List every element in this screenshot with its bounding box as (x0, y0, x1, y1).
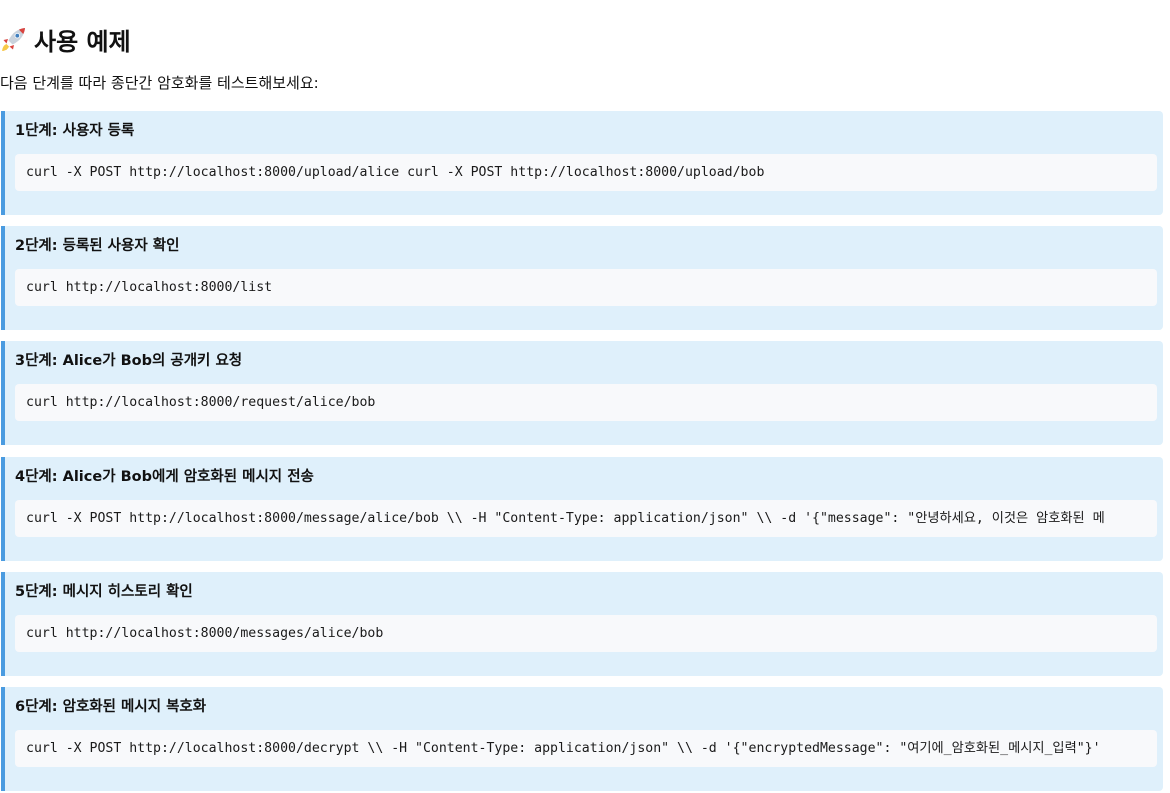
code-block[interactable]: curl -X POST http://localhost:8000/decry… (15, 730, 1157, 767)
code-block[interactable]: curl -X POST http://localhost:8000/uploa… (15, 154, 1157, 191)
step-2-card: 2단계: 등록된 사용자 확인 curl http://localhost:80… (1, 226, 1163, 330)
step-title: 2단계: 등록된 사용자 확인 (15, 238, 180, 254)
page-title: 사용 예제 (0, 22, 131, 56)
page-title-text: 사용 예제 (34, 27, 131, 56)
step-1-card: 1단계: 사용자 등록 curl -X POST http://localhos… (1, 111, 1163, 215)
code-block[interactable]: curl http://localhost:8000/messages/alic… (15, 615, 1157, 652)
code-text: curl http://localhost:8000/list (26, 280, 273, 295)
rocket-icon (0, 25, 28, 53)
step-title: 1단계: 사용자 등록 (15, 123, 135, 139)
step-title: 4단계: Alice가 Bob에게 암호화된 메시지 전송 (15, 469, 314, 485)
code-block[interactable]: curl -X POST http://localhost:8000/messa… (15, 500, 1157, 537)
code-text: curl -X POST http://localhost:8000/uploa… (26, 165, 765, 180)
intro-text: 다음 단계를 따라 종단간 암호화를 테스트해보세요: (0, 74, 319, 92)
step-5-card: 5단계: 메시지 히스토리 확인 curl http://localhost:8… (1, 572, 1163, 676)
step-title: 3단계: Alice가 Bob의 공개키 요청 (15, 353, 243, 369)
code-text: curl -X POST http://localhost:8000/messa… (26, 511, 1105, 526)
step-3-card: 3단계: Alice가 Bob의 공개키 요청 curl http://loca… (1, 341, 1163, 445)
step-title: 6단계: 암호화된 메시지 복호화 (15, 699, 207, 715)
step-4-card: 4단계: Alice가 Bob에게 암호화된 메시지 전송 curl -X PO… (1, 457, 1163, 561)
code-text: curl http://localhost:8000/messages/alic… (26, 626, 384, 641)
step-title: 5단계: 메시지 히스토리 확인 (15, 584, 193, 600)
step-6-card: 6단계: 암호화된 메시지 복호화 curl -X POST http://lo… (1, 687, 1163, 791)
code-text: curl http://localhost:8000/request/alice… (26, 395, 376, 410)
code-block[interactable]: curl http://localhost:8000/request/alice… (15, 384, 1157, 421)
code-text: curl -X POST http://localhost:8000/decry… (26, 741, 1101, 756)
code-block[interactable]: curl http://localhost:8000/list (15, 269, 1157, 306)
